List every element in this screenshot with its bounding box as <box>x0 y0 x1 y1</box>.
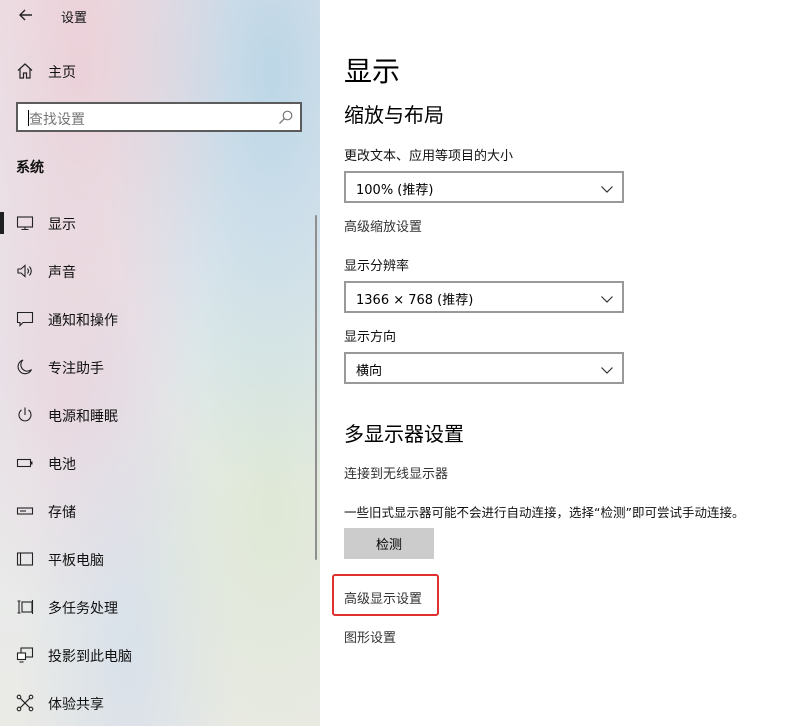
window-title: 设置 <box>61 11 88 26</box>
sidebar-item-label: 声音 <box>48 265 76 281</box>
sidebar-item-label: 体验共享 <box>48 697 104 713</box>
speaker-icon <box>16 262 34 280</box>
chevron-down-icon <box>600 362 614 376</box>
search-placeholder: 查找设置 <box>29 112 85 128</box>
moon-icon <box>16 358 34 376</box>
storage-icon <box>16 502 34 520</box>
section-heading-scale-layout: 缩放与布局 <box>344 103 444 127</box>
sidebar-item-label: 主页 <box>48 65 76 81</box>
multitask-icon <box>16 598 34 616</box>
orientation-label: 显示方向 <box>344 330 397 345</box>
sidebar: 设置 主页 查找设置 系统 显示 声音 通知和操作 专注助手 电源和睡眠 电池 … <box>0 0 320 726</box>
monitor-icon <box>16 214 34 232</box>
text-size-dropdown[interactable]: 100% (推荐) <box>344 171 624 203</box>
sidebar-item-label: 存储 <box>48 505 76 521</box>
power-icon <box>16 406 34 424</box>
multi-display-description: 一些旧式显示器可能不会进行自动连接，选择“检测”即可尝试手动连接。 <box>344 505 745 520</box>
sidebar-item-label: 专注助手 <box>48 361 104 377</box>
section-heading-multi-display: 多显示器设置 <box>344 422 464 446</box>
section-header: 系统 <box>16 160 44 176</box>
search-icon[interactable] <box>278 109 294 125</box>
sidebar-item-label: 投影到此电脑 <box>48 649 132 665</box>
home-icon <box>16 62 34 80</box>
sidebar-item-notifications[interactable]: 通知和操作 <box>0 296 320 344</box>
project-icon <box>16 646 34 664</box>
sidebar-item-power-sleep[interactable]: 电源和睡眠 <box>0 392 320 440</box>
chevron-down-icon <box>600 181 614 195</box>
orientation-dropdown[interactable]: 横向 <box>344 352 624 384</box>
back-button[interactable] <box>14 5 38 25</box>
chevron-down-icon <box>600 291 614 305</box>
resolution-dropdown[interactable]: 1366 × 768 (推荐) <box>344 281 624 313</box>
search-input[interactable]: 查找设置 <box>16 102 302 132</box>
sidebar-item-focus-assist[interactable]: 专注助手 <box>0 344 320 392</box>
sidebar-item-storage[interactable]: 存储 <box>0 488 320 536</box>
back-arrow-icon <box>19 9 32 21</box>
sidebar-item-shared-experiences[interactable]: 体验共享 <box>0 680 320 726</box>
sidebar-item-multitasking[interactable]: 多任务处理 <box>0 584 320 632</box>
share-icon <box>16 694 34 712</box>
sidebar-item-label: 多任务处理 <box>48 601 118 617</box>
dropdown-value: 1366 × 768 (推荐) <box>356 293 474 308</box>
wireless-display-link[interactable]: 连接到无线显示器 <box>344 463 448 482</box>
sidebar-item-project-to-pc[interactable]: 投影到此电脑 <box>0 632 320 680</box>
detect-button[interactable]: 检测 <box>344 528 434 559</box>
sidebar-item-home[interactable]: 主页 <box>0 48 320 96</box>
text-size-label: 更改文本、应用等项目的大小 <box>344 149 514 164</box>
notification-icon <box>16 310 34 328</box>
tablet-icon <box>16 550 34 568</box>
sidebar-item-label: 通知和操作 <box>48 313 118 329</box>
sidebar-item-sound[interactable]: 声音 <box>0 248 320 296</box>
battery-icon <box>16 454 34 472</box>
sidebar-item-battery[interactable]: 电池 <box>0 440 320 488</box>
advanced-scaling-link[interactable]: 高级缩放设置 <box>344 216 422 235</box>
page-title: 显示 <box>344 55 401 88</box>
sidebar-item-display[interactable]: 显示 <box>0 200 320 248</box>
dropdown-value: 100% (推荐) <box>356 183 434 198</box>
advanced-display-settings-link[interactable]: 高级显示设置 <box>344 588 422 607</box>
resolution-label: 显示分辨率 <box>344 259 410 274</box>
main-content: 显示 缩放与布局 更改文本、应用等项目的大小 100% (推荐) 高级缩放设置 … <box>320 0 791 726</box>
sidebar-item-tablet[interactable]: 平板电脑 <box>0 536 320 584</box>
sidebar-item-label: 显示 <box>48 217 76 233</box>
sidebar-item-label: 平板电脑 <box>48 553 104 569</box>
dropdown-value: 横向 <box>356 364 383 379</box>
scrollbar[interactable] <box>315 215 317 560</box>
sidebar-item-label: 电池 <box>48 457 76 473</box>
graphics-settings-link[interactable]: 图形设置 <box>344 627 396 646</box>
sidebar-item-label: 电源和睡眠 <box>48 409 118 425</box>
title-bar: 设置 <box>0 0 320 32</box>
